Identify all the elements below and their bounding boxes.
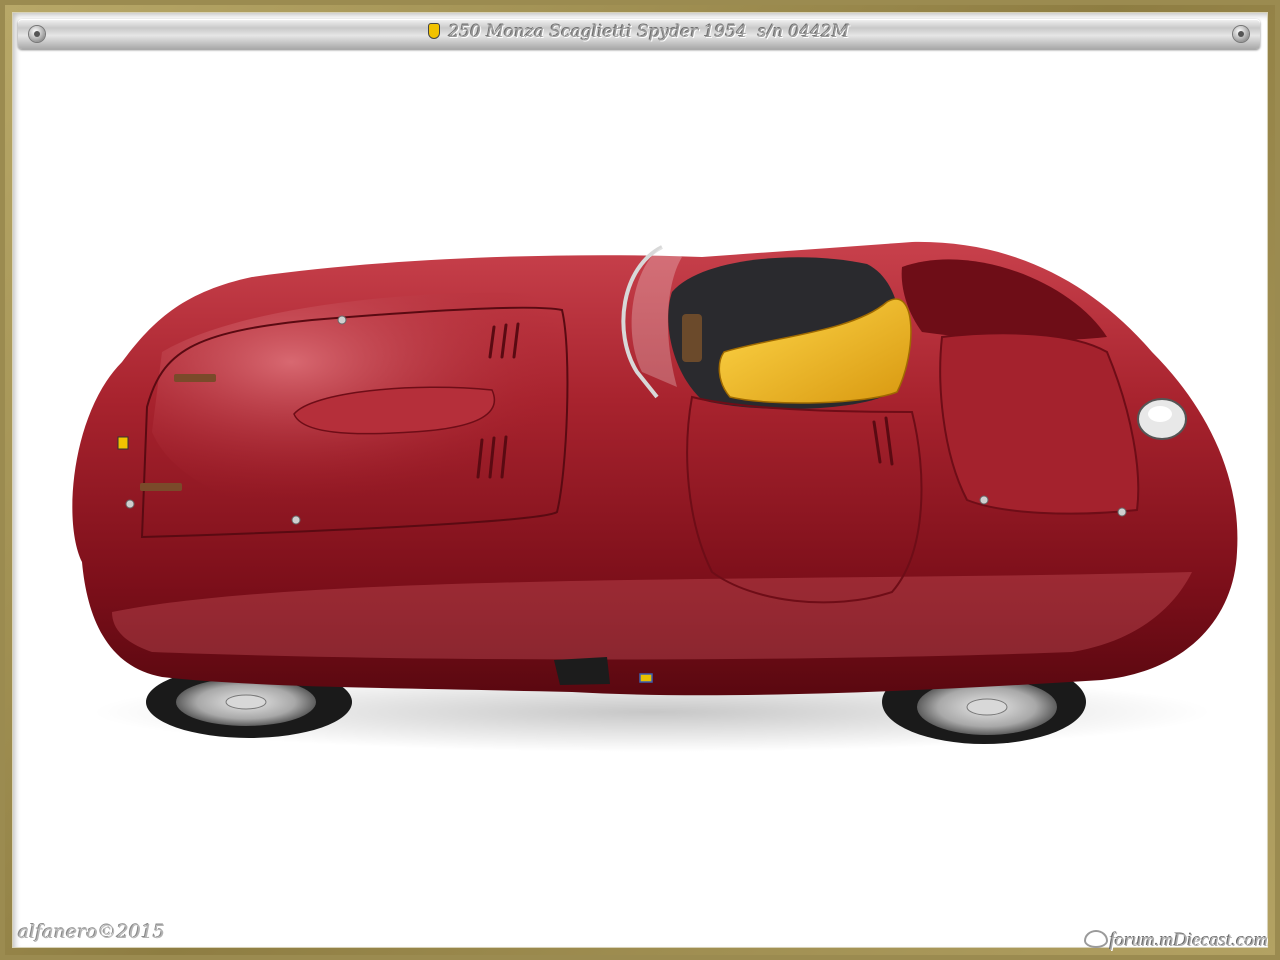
prancing-horse-shield-icon bbox=[428, 24, 439, 38]
forum-logo-icon bbox=[1083, 930, 1108, 948]
hood-badge-icon bbox=[117, 436, 129, 450]
photo-title: 250 Monza Scaglietti Spyder 1954 s/n 044… bbox=[448, 22, 850, 42]
title-bar: 250 Monza Scaglietti Spyder 1954 s/n 044… bbox=[18, 19, 1260, 49]
bolt-icon bbox=[1233, 26, 1249, 42]
site-watermark: forum.mDiecast.com bbox=[1109, 930, 1268, 951]
site-watermark-container: forum.mDiecast.com bbox=[1083, 930, 1268, 952]
car-photo bbox=[72, 241, 1238, 752]
photo-title-container: 250 Monza Scaglietti Spyder 1954 s/n 044… bbox=[18, 22, 1260, 42]
side-badge-icon bbox=[639, 673, 653, 683]
side-vent bbox=[554, 657, 610, 685]
steering-wheel-hub bbox=[682, 314, 702, 362]
fuel-cap-icon bbox=[1137, 398, 1187, 440]
front-hood-panel bbox=[939, 332, 1140, 515]
author-watermark: alfanero©2015 bbox=[18, 921, 166, 943]
